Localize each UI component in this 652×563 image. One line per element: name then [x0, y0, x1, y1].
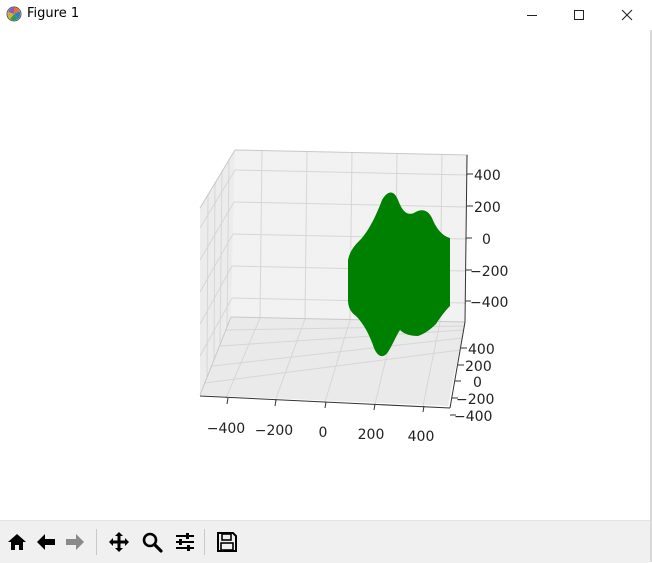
y-tick-label: 400 — [468, 342, 495, 358]
y-tick-label: −400 — [454, 409, 492, 425]
save-button[interactable] — [214, 529, 240, 555]
z-tick-label: −200 — [470, 264, 508, 280]
y-tick-label: 200 — [465, 359, 492, 375]
z-tick-label: 200 — [474, 200, 501, 216]
maximize-button[interactable] — [556, 0, 602, 30]
z-tick-label: 400 — [474, 168, 501, 184]
axes-3d[interactable]: −400 −200 0 200 400 400 200 0 −200 −400 … — [0, 30, 650, 520]
window-title: Figure 1 — [27, 6, 80, 21]
home-button[interactable] — [4, 529, 30, 555]
x-tick-label: 200 — [358, 427, 385, 443]
close-button[interactable] — [604, 0, 650, 30]
toolbar-separator — [96, 529, 97, 555]
close-icon — [621, 9, 633, 21]
forward-button[interactable] — [62, 529, 88, 555]
pan-icon — [109, 532, 129, 552]
save-icon — [217, 532, 237, 552]
forward-arrow-icon — [66, 534, 84, 550]
minimize-button[interactable] — [509, 0, 555, 30]
matplotlib-logo-icon — [6, 6, 22, 22]
toolbar-separator — [204, 529, 205, 555]
x-tick-label: 400 — [408, 429, 435, 445]
y-tick-label: −200 — [456, 392, 494, 408]
zoom-button[interactable] — [139, 529, 165, 555]
minimize-icon — [527, 15, 537, 16]
maximize-icon — [574, 10, 584, 20]
navigation-toolbar — [0, 520, 650, 563]
zoom-icon — [142, 532, 163, 553]
figure-canvas[interactable]: −400 −200 0 200 400 400 200 0 −200 −400 … — [0, 30, 650, 520]
back-button[interactable] — [33, 529, 59, 555]
pan-button[interactable] — [106, 529, 132, 555]
z-tick-label: −400 — [470, 295, 508, 311]
y-tick-label: 0 — [473, 375, 482, 391]
back-arrow-icon — [37, 534, 55, 550]
x-tick-label: −200 — [255, 423, 293, 439]
configure-subplots-icon — [176, 533, 194, 551]
x-tick-label: 0 — [319, 425, 328, 441]
title-bar: Figure 1 — [0, 0, 652, 30]
x-tick-label: −400 — [207, 421, 245, 437]
z-tick-label: 0 — [482, 232, 491, 248]
home-icon — [8, 534, 26, 550]
configure-subplots-button[interactable] — [172, 529, 198, 555]
